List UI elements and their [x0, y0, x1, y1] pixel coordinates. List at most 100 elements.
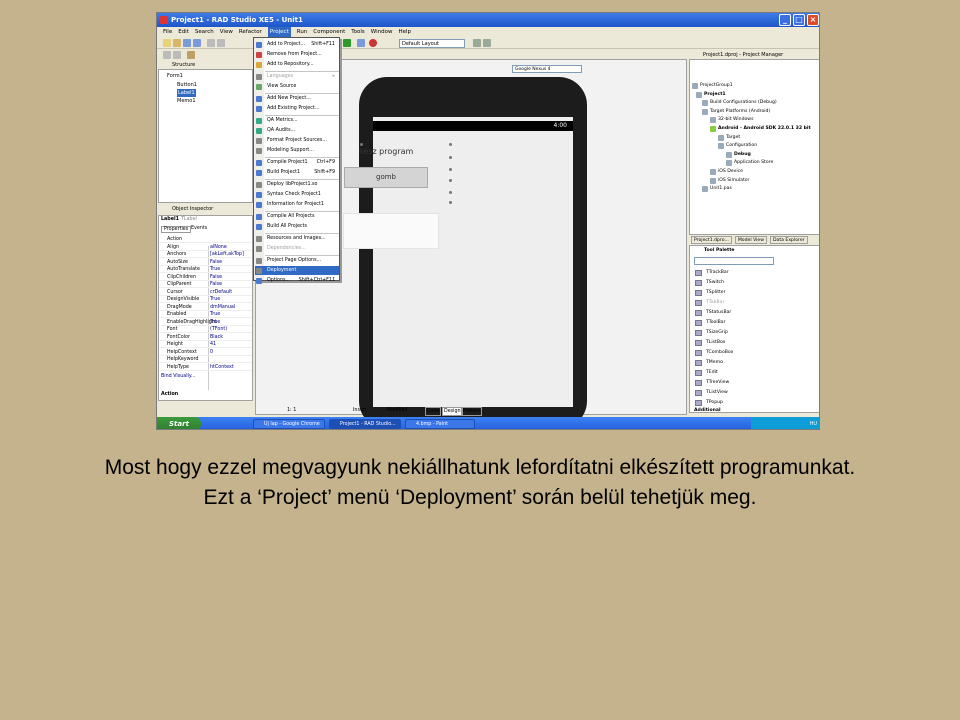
oi-property-value[interactable]: alNone: [210, 244, 227, 251]
palette-component[interactable]: TSizeGrip: [706, 328, 728, 338]
menu-window[interactable]: Window: [371, 27, 393, 37]
tree-form1[interactable]: Form1: [167, 72, 183, 80]
oi-row[interactable]: ClipParent False: [159, 281, 252, 288]
selection-handle[interactable]: [449, 179, 452, 182]
oi-property-value[interactable]: Black: [210, 334, 223, 341]
forward-icon[interactable]: [173, 51, 181, 59]
oi-row[interactable]: FontColor Black: [159, 334, 252, 341]
task-rad-studio[interactable]: Project1 - RAD Studio...: [329, 419, 401, 429]
tab-design[interactable]: Design: [442, 407, 463, 416]
component-icon[interactable]: [187, 51, 195, 59]
device-combo[interactable]: Google Nexus 4: [512, 65, 582, 73]
oi-property-value[interactable]: crDefault: [210, 289, 232, 296]
project-menu-item[interactable]: Add New Project...: [265, 94, 339, 103]
palette-component[interactable]: TToolBar: [706, 318, 726, 328]
project-menu-item[interactable]: Compile Project1 Ctrl+F9: [265, 158, 339, 167]
tab-history[interactable]: History: [461, 407, 483, 416]
menu-view[interactable]: View: [220, 27, 233, 37]
palette-component[interactable]: TEdit: [706, 368, 718, 378]
oi-row[interactable]: Font (TFont): [159, 326, 252, 333]
menu-file[interactable]: File: [163, 27, 172, 37]
project-menu-item[interactable]: Syntax Check Project1: [265, 190, 339, 199]
back-icon[interactable]: [163, 51, 171, 59]
set-debug-desktop-icon[interactable]: [483, 39, 491, 47]
tree-button1[interactable]: Button1: [177, 81, 197, 89]
project-tree-item[interactable]: Application Store: [734, 159, 773, 167]
palette-component[interactable]: TPopup: [706, 398, 723, 408]
oi-property-value[interactable]: True: [210, 319, 220, 326]
project-menu-item[interactable]: Languages ▸: [265, 72, 339, 81]
task-paint[interactable]: 4.bmp - Paint: [405, 419, 475, 429]
project-menu-item[interactable]: Add Existing Project...: [265, 104, 339, 113]
oi-row[interactable]: DragMode dmManual: [159, 304, 252, 311]
project-menu-item[interactable]: Information for Project1: [265, 200, 339, 209]
language-indicator[interactable]: HU: [810, 421, 817, 427]
layout-combo[interactable]: Default Layout: [399, 39, 465, 48]
oi-property-value[interactable]: False: [210, 274, 222, 281]
palette-component[interactable]: TTreeView: [706, 378, 729, 388]
memo1[interactable]: [343, 213, 439, 249]
oi-row[interactable]: Anchors [akLeft,akTop]: [159, 251, 252, 258]
new-icon[interactable]: [163, 39, 171, 47]
palette-component[interactable]: TTabBar: [706, 298, 724, 308]
project-menu-item[interactable]: Project Page Options...: [265, 256, 339, 265]
menu-tools[interactable]: Tools: [351, 27, 365, 37]
menu-help[interactable]: Help: [398, 27, 411, 37]
palette-component[interactable]: TSplitter: [706, 288, 726, 298]
close-button[interactable]: ×: [807, 14, 819, 26]
tab-events[interactable]: Events: [189, 226, 209, 231]
save-icon[interactable]: [183, 39, 191, 47]
oi-row[interactable]: HelpKeyword: [159, 356, 252, 363]
oi-row[interactable]: AutoTranslate True: [159, 266, 252, 273]
tab-project[interactable]: Project1.dpro...: [691, 236, 732, 244]
oi-row[interactable]: Enabled True: [159, 311, 252, 318]
selection-handle[interactable]: [449, 143, 452, 146]
menu-run[interactable]: Run: [297, 27, 308, 37]
project-menu-item[interactable]: Build Project1 Shift+F9: [265, 168, 339, 177]
project-tree-item[interactable]: iOS Device: [718, 168, 743, 176]
tab-data-explorer[interactable]: Data Explorer: [770, 236, 808, 244]
oi-row[interactable]: EnableDragHighlight True: [159, 319, 252, 326]
selection-handle[interactable]: [449, 191, 452, 194]
tab-model-view[interactable]: Model View: [734, 236, 767, 244]
project-tree-item[interactable]: Configuration: [726, 142, 757, 150]
save-all-icon[interactable]: [193, 39, 201, 47]
task-chrome[interactable]: Új lap - Google Chrome: [253, 419, 325, 429]
menu-project[interactable]: Project: [267, 27, 291, 37]
oi-row[interactable]: AutoSize False: [159, 259, 252, 266]
palette-search-input[interactable]: [694, 257, 774, 265]
maximize-button[interactable]: □: [793, 14, 805, 26]
project-menu-item[interactable]: Build All Projects: [265, 222, 339, 231]
project-menu-item[interactable]: Options... Shift+Ctrl+F11: [265, 276, 339, 285]
run-icon[interactable]: [343, 39, 351, 47]
step-icon[interactable]: [357, 39, 365, 47]
oi-row[interactable]: HelpType htContext: [159, 364, 252, 371]
oi-property-value[interactable]: dmManual: [210, 304, 235, 311]
project-menu-item[interactable]: Resources and Images...: [265, 234, 339, 243]
project-menu-item[interactable]: Deployment: [255, 266, 339, 275]
toggle-form-icon[interactable]: [207, 39, 215, 47]
tree-label1[interactable]: Label1: [177, 89, 196, 97]
oi-property-value[interactable]: 0: [210, 349, 213, 356]
project-menu-item[interactable]: QA Audits...: [265, 126, 339, 135]
project-tree-item[interactable]: 32-bit Windows: [718, 116, 753, 124]
project-menu-item[interactable]: Compile All Projects: [265, 212, 339, 221]
selection-handle[interactable]: [449, 201, 452, 204]
oi-row[interactable]: Align alNone: [159, 244, 252, 251]
oi-property-value[interactable]: True: [210, 266, 220, 273]
minimize-button[interactable]: _: [779, 14, 791, 26]
selection-handle[interactable]: [449, 156, 452, 159]
project-tree-item[interactable]: Project1: [704, 91, 726, 99]
project-tree-item[interactable]: Build Configurations (Debug): [710, 99, 777, 107]
stop-icon[interactable]: [369, 39, 377, 47]
oi-property-value[interactable]: [akLeft,akTop]: [210, 251, 244, 258]
oi-property-value[interactable]: True: [210, 296, 220, 303]
project-menu-item[interactable]: View Source: [265, 82, 339, 91]
project-tree-item[interactable]: Android - Android SDK 22.0.1 32 bit: [718, 125, 811, 133]
oi-row[interactable]: HelpContext 0: [159, 349, 252, 356]
menu-component[interactable]: Component: [313, 27, 345, 37]
selection-handle[interactable]: [360, 143, 363, 146]
open-icon[interactable]: [173, 39, 181, 47]
menu-edit[interactable]: Edit: [178, 27, 189, 37]
project-menu-item[interactable]: Add to Project... Shift+F11: [265, 40, 339, 49]
